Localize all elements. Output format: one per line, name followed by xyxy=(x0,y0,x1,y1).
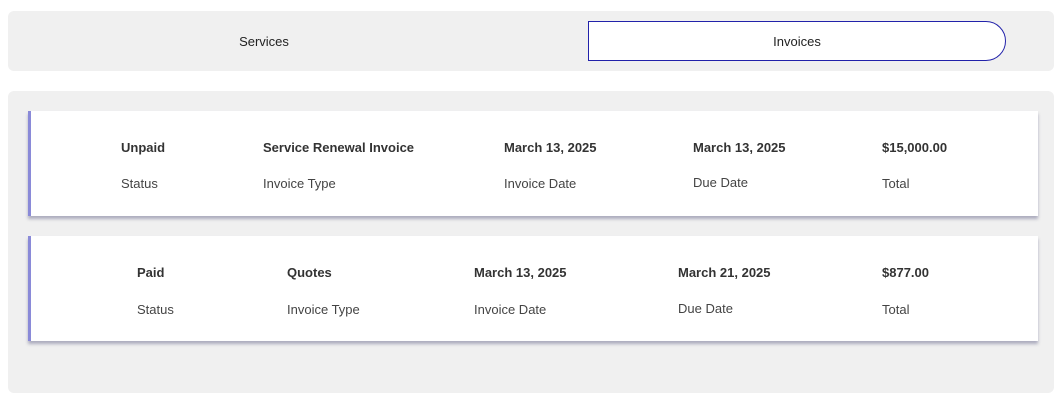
invoice-total-label: Total xyxy=(882,176,910,191)
tab-services-label: Services xyxy=(239,33,289,49)
due-date-label: Due Date xyxy=(678,301,733,316)
invoice-list-panel: Unpaid Status Service Renewal Invoice In… xyxy=(8,91,1054,393)
invoice-date-label: Invoice Date xyxy=(474,302,547,317)
tab-invoices-label: Invoices xyxy=(773,33,821,49)
invoice-total-value: $15,000.00 xyxy=(882,140,948,155)
invoice-date-label: Invoice Date xyxy=(504,176,577,191)
tab-bar: Services Invoices xyxy=(8,11,1054,71)
invoice-date-value: March 13, 2025 xyxy=(474,265,567,280)
due-date-value: March 13, 2025 xyxy=(693,140,786,155)
invoice-date-value: March 13, 2025 xyxy=(504,140,597,155)
tab-services[interactable]: Services xyxy=(56,21,472,61)
invoice-card[interactable]: Paid Status Quotes Invoice Type March 13… xyxy=(28,236,1038,341)
invoice-type-value: Service Renewal Invoice xyxy=(263,140,415,155)
due-date-label: Due Date xyxy=(693,175,748,190)
invoice-type-label: Invoice Type xyxy=(287,302,360,317)
invoice-total-value: $877.00 xyxy=(882,265,929,280)
invoice-status-label: Status xyxy=(121,176,158,191)
invoice-status-value: Unpaid xyxy=(121,140,166,155)
invoice-type-value: Quotes xyxy=(287,265,332,280)
invoice-card[interactable]: Unpaid Status Service Renewal Invoice In… xyxy=(28,111,1038,216)
invoice-status-value: Paid xyxy=(137,265,165,280)
invoice-total-label: Total xyxy=(882,302,910,317)
tab-invoices[interactable]: Invoices xyxy=(588,21,1006,61)
invoice-type-label: Invoice Type xyxy=(263,176,336,191)
invoice-status-label: Status xyxy=(137,302,174,317)
due-date-value: March 21, 2025 xyxy=(678,265,771,280)
